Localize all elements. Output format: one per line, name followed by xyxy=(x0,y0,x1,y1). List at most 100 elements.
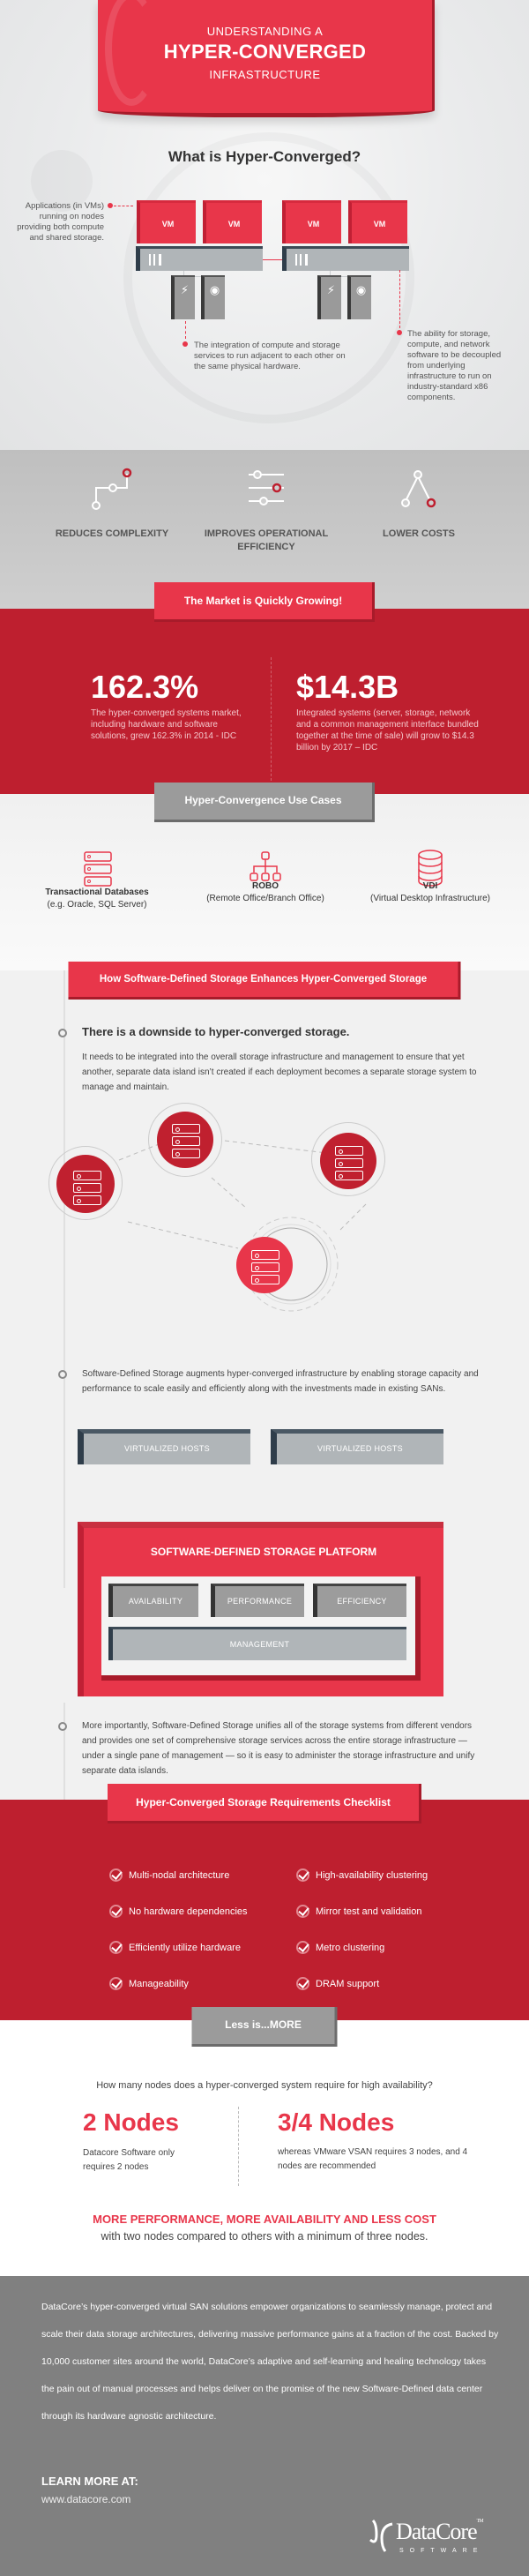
checklist-item: Metro clustering xyxy=(296,1941,384,1954)
slots-icon xyxy=(295,254,308,266)
use-case-transactional-db: Transactional Databases (e.g. Oracle, SQ… xyxy=(9,887,185,911)
server-icon xyxy=(172,1124,200,1134)
section-heading-tab: Hyper-Convergence Use Cases xyxy=(154,783,375,822)
section-heading-tab: How Software-Defined Storage Enhances Hy… xyxy=(68,962,461,1000)
annotation-dot xyxy=(183,341,188,347)
divider xyxy=(238,2107,239,2186)
about-text: DataCore’s hyper-converged virtual SAN s… xyxy=(41,2302,499,2422)
sds-platform: SOFTWARE-DEFINED STORAGE PLATFORM AVAILA… xyxy=(78,1522,443,1696)
server-icon xyxy=(335,1158,363,1168)
checklist-label: Multi-nodal architecture xyxy=(129,1869,230,1881)
server-icon xyxy=(251,1262,279,1272)
annotation-line xyxy=(185,321,186,339)
server-icon xyxy=(73,1183,101,1193)
section-heading-tab: The Market is Quickly Growing! xyxy=(154,582,375,622)
use-cases-section: Hyper-Convergence Use Cases Transactiona… xyxy=(0,783,529,970)
checklist-item: DRAM support xyxy=(296,1977,379,1990)
disc-icon: ◉ xyxy=(347,275,371,319)
node-link xyxy=(263,259,282,260)
timeline-bullet xyxy=(58,1370,67,1379)
tagline-sub: with two nodes compared to others with a… xyxy=(101,2230,428,2243)
annotation-integration: The integration of compute and storage s… xyxy=(194,341,346,371)
timeline-bullet xyxy=(58,1029,67,1037)
server-icon xyxy=(335,1171,363,1180)
timeline-line xyxy=(63,1703,65,1800)
check-icon xyxy=(109,1941,123,1954)
benefit-efficiency: IMPROVES OPERATIONAL EFFICIENCY xyxy=(191,468,341,554)
sliders-icon xyxy=(249,470,284,505)
virtualized-hosts-block: VIRTUALIZED HOSTS xyxy=(78,1429,250,1464)
check-icon xyxy=(109,1905,123,1918)
timeline-bullet xyxy=(58,1722,67,1731)
disc-icon: ◉ xyxy=(201,275,225,319)
check-icon xyxy=(296,1868,309,1882)
checklist-item: High-availability clustering xyxy=(296,1868,428,1882)
platform-box-management: MANAGEMENT xyxy=(108,1627,406,1660)
section-heading-tab: Less is...MORE xyxy=(191,2007,338,2047)
server-icon xyxy=(73,1195,101,1205)
stat-description: Integrated systems (server, storage, net… xyxy=(296,708,479,753)
server-icon xyxy=(172,1136,200,1146)
checklist-label: DRAM support xyxy=(316,1978,380,1989)
logo-brand-text: DataCore xyxy=(396,2519,478,2544)
benefit-reduces-complexity: REDUCES COMPLEXITY xyxy=(37,468,187,541)
point-body: It needs to be integrated into the overa… xyxy=(82,1052,477,1092)
website-link[interactable]: www.datacore.com xyxy=(41,2493,130,2505)
market-section: The Market is Quickly Growing! 162.3% Th… xyxy=(0,582,529,794)
branch-icon xyxy=(401,470,436,508)
stat-market-size: $14.3B Integrated systems (server, stora… xyxy=(296,669,481,753)
checklist-section: Hyper-Converged Storage Requirements Che… xyxy=(0,1784,529,2020)
stat-value: 162.3% xyxy=(91,669,199,705)
annotation-applications: Applications (in VMs) running on nodes p… xyxy=(17,201,104,243)
host-node xyxy=(136,246,263,271)
vm-block: VM xyxy=(348,200,407,243)
datacore-nodes-desc: Datacore Software only requires 2 nodes xyxy=(83,2148,175,2172)
stat-growth: 162.3% The hyper-converged systems marke… xyxy=(91,669,250,742)
use-case-subtitle: (Virtual Desktop Infrastructure) xyxy=(370,894,490,903)
hero-section: UNDERSTANDING A HYPER-CONVERGED INFRASTR… xyxy=(0,0,529,450)
section-heading: What is Hyper-Converged? xyxy=(168,148,361,165)
lightning-icon: ⚡︎ xyxy=(171,275,195,319)
checklist-label: Manageability xyxy=(129,1978,189,1989)
benefit-label: LOWER COSTS xyxy=(383,528,455,539)
sds-section: How Software-Defined Storage Enhances Hy… xyxy=(0,962,529,1729)
logo-brand: DataCoreTM xyxy=(396,2519,484,2545)
datacore-nodes: 2 Nodes xyxy=(83,2108,179,2136)
checklist-item: Manageability xyxy=(109,1977,189,1990)
stat-description: The hyper-converged systems market, incl… xyxy=(91,708,242,741)
stat-value: $14.3B xyxy=(296,669,399,705)
storage-node xyxy=(157,1112,213,1168)
use-case-title: Transactional Databases xyxy=(45,887,149,897)
benefit-label: REDUCES COMPLEXITY xyxy=(55,528,169,539)
vm-block: VM xyxy=(137,200,196,243)
platform-inner: AVAILABILITY PERFORMANCE EFFICIENCY MANA… xyxy=(101,1576,421,1681)
checklist-label: Efficiently utilize hardware xyxy=(129,1942,241,1953)
point-body: Software-Defined Storage augments hyper-… xyxy=(82,1369,479,1394)
use-case-subtitle: (Remote Office/Branch Office) xyxy=(206,894,324,903)
checklist-item: Mirror test and validation xyxy=(296,1905,421,1918)
server-stack-icon xyxy=(84,851,112,887)
server-icon xyxy=(251,1250,279,1260)
node-network-lines xyxy=(118,1140,367,1312)
slots-icon xyxy=(149,254,161,266)
use-case-title: VDI xyxy=(422,881,438,891)
checklist-label: High-availability clustering xyxy=(316,1869,428,1881)
check-icon xyxy=(296,1941,309,1954)
title-banner: UNDERSTANDING A HYPER-CONVERGED INFRASTR… xyxy=(98,0,435,117)
vm-block: VM xyxy=(282,200,341,243)
check-icon xyxy=(109,1868,123,1882)
server-icon xyxy=(73,1171,101,1180)
logo-subtitle: SOFTWARE xyxy=(399,2548,484,2554)
server-icon xyxy=(172,1149,200,1158)
point-body: More importantly, Software-Defined Stora… xyxy=(82,1721,475,1776)
storage-node xyxy=(56,1155,115,1213)
learn-more-label: LEARN MORE AT: xyxy=(41,2475,138,2488)
annotation-line xyxy=(399,270,400,328)
nodes-question: How many nodes does a hyper-converged sy… xyxy=(96,2080,433,2091)
use-case-robo: ROBO (Remote Office/Branch Office) xyxy=(177,880,354,905)
checklist-item: No hardware dependencies xyxy=(109,1905,248,1918)
storage-node-highlighted xyxy=(236,1237,293,1293)
check-icon xyxy=(109,1977,123,1990)
benefit-label: IMPROVES OPERATIONAL EFFICIENCY xyxy=(204,528,329,552)
checklist-label: Metro clustering xyxy=(316,1942,385,1953)
